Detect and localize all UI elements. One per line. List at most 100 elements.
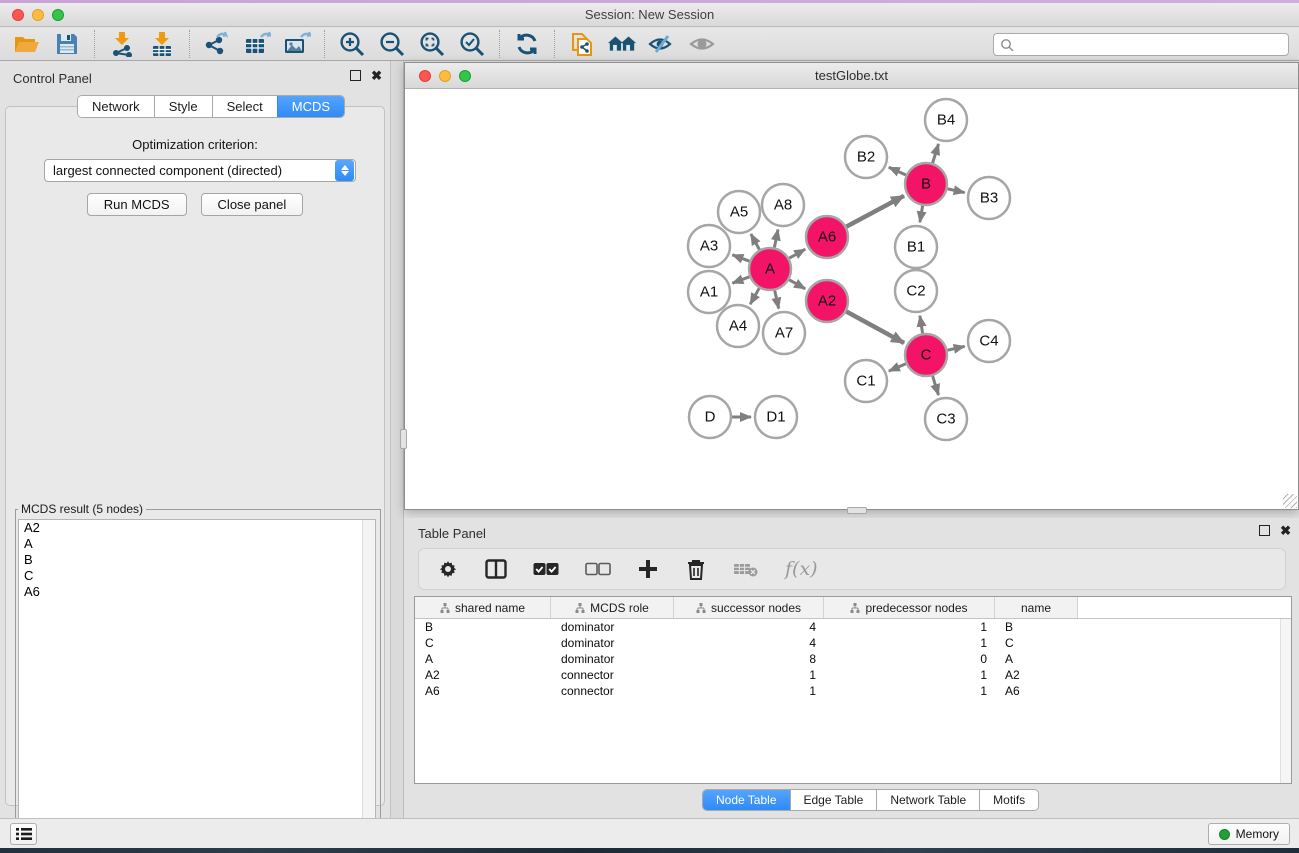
edge-A-A5[interactable] xyxy=(751,234,760,250)
table-cell[interactable]: B xyxy=(995,619,1078,635)
float-panel-icon[interactable] xyxy=(350,70,361,81)
gear-icon[interactable] xyxy=(437,557,459,581)
split-columns-icon[interactable] xyxy=(485,557,507,581)
edge-C-C2[interactable] xyxy=(920,316,923,334)
search-input[interactable] xyxy=(1014,34,1288,55)
window-resize-grip[interactable] xyxy=(1283,494,1297,508)
add-icon[interactable] xyxy=(637,557,659,581)
export-network-icon[interactable] xyxy=(202,30,232,58)
edge-A-A3[interactable] xyxy=(732,255,749,261)
eye-icon[interactable] xyxy=(687,30,717,58)
edge-A-A4[interactable] xyxy=(750,288,759,304)
close-panel-button[interactable]: Close panel xyxy=(201,193,304,216)
tab-select[interactable]: Select xyxy=(212,96,277,117)
table-cell[interactable]: connector xyxy=(551,683,674,699)
tab-edge-table[interactable]: Edge Table xyxy=(790,790,877,810)
table-cell[interactable]: 1 xyxy=(674,667,824,683)
column-header-successor-nodes[interactable]: successor nodes xyxy=(674,597,824,618)
table-cell[interactable]: 1 xyxy=(824,683,995,699)
edge-A-A7[interactable] xyxy=(775,291,779,309)
table-cell[interactable]: 4 xyxy=(674,635,824,651)
delete-table-icon[interactable] xyxy=(733,557,759,581)
table-cell[interactable]: A6 xyxy=(995,683,1078,699)
unchecked-boxes-icon[interactable] xyxy=(585,557,611,581)
table-cell[interactable]: dominator xyxy=(551,635,674,651)
open-session-icon[interactable] xyxy=(12,30,42,58)
table-row[interactable]: Cdominator41C xyxy=(415,635,1291,651)
table-scrollbar[interactable] xyxy=(1280,619,1291,783)
table-row[interactable]: A6connector11A6 xyxy=(415,683,1291,699)
run-mcds-button[interactable]: Run MCDS xyxy=(87,193,187,216)
table-cell[interactable]: 1 xyxy=(824,619,995,635)
tab-style[interactable]: Style xyxy=(154,96,212,117)
function-icon[interactable]: f(x) xyxy=(785,557,818,581)
export-table-icon[interactable] xyxy=(242,30,272,58)
result-item[interactable]: B xyxy=(19,552,375,568)
left-grab-handle[interactable] xyxy=(400,429,407,449)
edge-A2-C[interactable] xyxy=(846,312,904,344)
table-row[interactable]: A2connector11A2 xyxy=(415,667,1291,683)
table-cell[interactable]: dominator xyxy=(551,619,674,635)
table-cell[interactable]: C xyxy=(415,635,551,651)
tab-network-table[interactable]: Network Table xyxy=(876,790,979,810)
bottom-grab-handle[interactable] xyxy=(847,507,867,514)
table-cell[interactable]: C xyxy=(995,635,1078,651)
table-cell[interactable]: 1 xyxy=(674,683,824,699)
copy-network-icon[interactable] xyxy=(567,30,597,58)
table-cell[interactable]: dominator xyxy=(551,651,674,667)
table-row[interactable]: Bdominator41B xyxy=(415,619,1291,635)
result-scrollbar[interactable] xyxy=(362,520,375,848)
trash-icon[interactable] xyxy=(685,557,707,581)
memory-button[interactable]: Memory xyxy=(1208,823,1290,845)
result-item[interactable]: A xyxy=(19,536,375,552)
save-session-icon[interactable] xyxy=(52,30,82,58)
import-network-icon[interactable] xyxy=(107,30,137,58)
column-header-shared-name[interactable]: shared name xyxy=(415,597,551,618)
edge-A-A2[interactable] xyxy=(789,280,805,289)
edge-C-C1[interactable] xyxy=(889,364,906,371)
task-history-button[interactable] xyxy=(10,823,37,845)
table-row[interactable]: Adominator80A xyxy=(415,651,1291,667)
edge-A-A1[interactable] xyxy=(732,277,749,283)
table-cell[interactable]: 8 xyxy=(674,651,824,667)
edge-B-B1[interactable] xyxy=(920,206,923,223)
result-item[interactable]: A2 xyxy=(19,520,375,536)
zoom-out-icon[interactable] xyxy=(377,30,407,58)
float-table-panel-icon[interactable] xyxy=(1259,525,1270,536)
edge-B-B4[interactable] xyxy=(933,144,939,163)
export-image-icon[interactable] xyxy=(282,30,312,58)
refresh-icon[interactable] xyxy=(512,30,542,58)
table-cell[interactable]: A xyxy=(415,651,551,667)
column-header-predecessor-nodes[interactable]: predecessor nodes xyxy=(824,597,995,618)
mcds-result-list[interactable]: A2ABCA6 xyxy=(18,519,376,849)
table-cell[interactable]: A2 xyxy=(995,667,1078,683)
table-cell[interactable]: 1 xyxy=(824,667,995,683)
edge-C-C4[interactable] xyxy=(948,346,965,350)
edge-B-B2[interactable] xyxy=(889,167,906,175)
import-table-icon[interactable] xyxy=(147,30,177,58)
edge-A6-B[interactable] xyxy=(846,196,904,227)
tab-motifs[interactable]: Motifs xyxy=(979,790,1038,810)
double-home-icon[interactable] xyxy=(607,30,637,58)
table-cell[interactable]: connector xyxy=(551,667,674,683)
optimization-dropdown[interactable]: largest connected component (directed) xyxy=(44,159,356,182)
table-cell[interactable]: 1 xyxy=(824,635,995,651)
result-item[interactable]: A6 xyxy=(19,584,375,600)
tab-mcds[interactable]: MCDS xyxy=(277,96,344,117)
close-panel-icon[interactable]: ✖ xyxy=(371,70,382,81)
network-canvas[interactable]: B4B2BB3A5A8A6B1A3AC2A1A2A4A7C4CC1C3DD1 xyxy=(405,89,1298,509)
edge-A-A6[interactable] xyxy=(789,249,805,258)
zoom-fit-icon[interactable] xyxy=(417,30,447,58)
edge-C-C3[interactable] xyxy=(933,376,939,395)
table-cell[interactable]: A6 xyxy=(415,683,551,699)
result-item[interactable]: C xyxy=(19,568,375,584)
zoom-in-icon[interactable] xyxy=(337,30,367,58)
edge-B-B3[interactable] xyxy=(948,189,965,193)
column-header-name[interactable]: name xyxy=(995,597,1078,618)
edge-A-A8[interactable] xyxy=(774,230,778,248)
table-cell[interactable]: B xyxy=(415,619,551,635)
table-cell[interactable]: 4 xyxy=(674,619,824,635)
eye-strike-icon[interactable] xyxy=(647,30,677,58)
tab-network[interactable]: Network xyxy=(78,96,154,117)
table-cell[interactable]: 0 xyxy=(824,651,995,667)
